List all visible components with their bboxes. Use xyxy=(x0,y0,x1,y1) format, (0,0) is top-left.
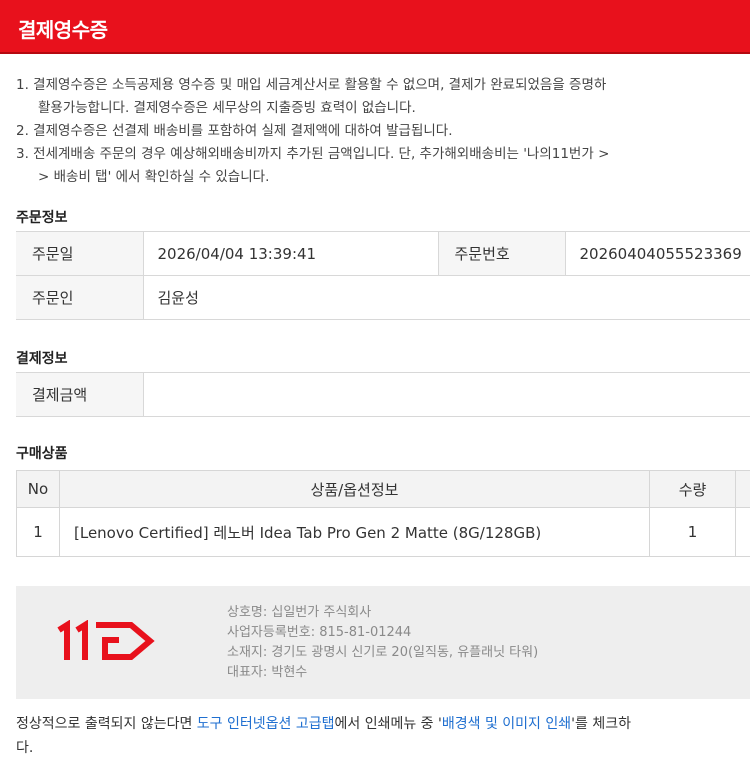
company-info: 상호명: 십일번가 주식회사 사업자등록번호: 815-81-01244 소재지… xyxy=(227,603,538,683)
note-middle: 에서 인쇄메뉴 중 ' xyxy=(334,716,442,732)
print-help-note: 정상적으로 출력되지 않는다면 도구 인터넷옵션 고급탭에서 인쇄메뉴 중 '배… xyxy=(16,712,750,760)
company-name: 상호명: 십일번가 주식회사 xyxy=(227,605,372,620)
company-footer: 상호명: 십일번가 주식회사 사업자등록번호: 815-81-01244 소재지… xyxy=(16,586,750,699)
notice-line-3-cont: > 배송비 탭' 에서 확인하실 수 있습니다. xyxy=(38,169,270,185)
payment-info-title: 결제정보 xyxy=(16,351,68,367)
col-header-extra xyxy=(735,470,750,508)
print-background-link[interactable]: 배경색 및 이미지 인쇄 xyxy=(442,716,571,732)
table-row: 주문인 김윤성 xyxy=(16,275,750,320)
11st-logo xyxy=(57,620,155,660)
order-no-value: 20260404055523369 xyxy=(564,231,750,276)
payment-amount-label: 결제금액 xyxy=(16,372,143,417)
products-table: No 상품/옵션정보 수량 1 [Lenovo Certified] 레노버 I… xyxy=(16,470,750,557)
notice-line-1-cont: 활용가능합니다. 결제영수증은 세무상의 지출증빙 효력이 없습니다. xyxy=(38,100,416,116)
table-row: 1 [Lenovo Certified] 레노버 Idea Tab Pro Ge… xyxy=(16,507,750,557)
notice-line-2: 2. 결제영수증은 선결제 배송비를 포함하여 실제 결제액에 대하여 발급됩니… xyxy=(16,123,453,139)
products-title: 구매상품 xyxy=(16,446,68,462)
notice-list: 1. 결제영수증은 소득공제용 영수증 및 매입 세금계산서로 활용할 수 없으… xyxy=(16,74,750,189)
table-row: 주문일 2026/04/04 13:39:41 주문번호 20260404055… xyxy=(16,231,750,276)
notice-line-1: 1. 결제영수증은 소득공제용 영수증 및 매입 세금계산서로 활용할 수 없으… xyxy=(16,77,607,93)
col-header-name: 상품/옵션정보 xyxy=(59,470,650,508)
product-extra-cell xyxy=(735,507,750,557)
product-qty: 1 xyxy=(649,507,736,557)
product-name: [Lenovo Certified] 레노버 Idea Tab Pro Gen … xyxy=(59,507,650,557)
product-no: 1 xyxy=(16,507,60,557)
col-header-no: No xyxy=(16,470,60,508)
order-no-label: 주문번호 xyxy=(437,231,565,276)
notice-line-3: 3. 전세계배송 주문의 경우 예상해외배송비까지 추가된 금액입니다. 단, … xyxy=(16,146,610,162)
orderer-label: 주문인 xyxy=(16,275,143,320)
col-header-qty: 수량 xyxy=(649,470,736,508)
orderer-value: 김윤성 xyxy=(142,275,750,320)
order-info-table: 주문일 2026/04/04 13:39:41 주문번호 20260404055… xyxy=(16,231,750,320)
order-info-title: 주문정보 xyxy=(16,210,68,226)
order-date-label: 주문일 xyxy=(16,231,143,276)
company-reg-no: 사업자등록번호: 815-81-01244 xyxy=(227,625,412,640)
table-header-row: No 상품/옵션정보 수량 xyxy=(16,470,750,508)
company-address: 소재지: 경기도 광명시 신기로 20(일직동, 유플래닛 타워) xyxy=(227,645,539,660)
payment-info-table: 결제금액 xyxy=(16,372,750,417)
company-ceo: 대표자: 박현수 xyxy=(227,665,308,680)
note-line-2: 다. xyxy=(16,740,34,756)
ie-options-link[interactable]: 도구 인터넷옵션 고급탭 xyxy=(197,716,335,732)
note-suffix: '를 체크하 xyxy=(571,716,631,732)
receipt-header: 결제영수증 xyxy=(0,0,750,54)
table-row: 결제금액 xyxy=(16,372,750,417)
page-title: 결제영수증 xyxy=(18,18,108,42)
order-date-value: 2026/04/04 13:39:41 xyxy=(142,231,438,276)
payment-amount-value xyxy=(142,372,750,417)
note-prefix: 정상적으로 출력되지 않는다면 xyxy=(16,716,197,732)
